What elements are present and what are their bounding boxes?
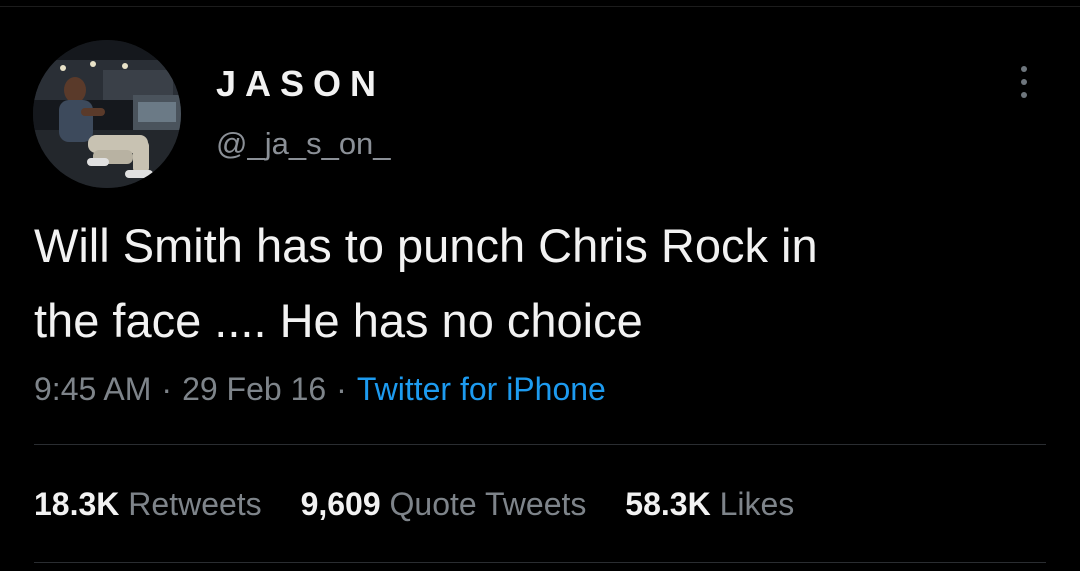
retweets-count: 18.3K (34, 486, 120, 522)
tweet-text-line: the face .... He has no choice (34, 294, 643, 347)
avatar[interactable] (33, 40, 181, 188)
divider (34, 562, 1046, 563)
likes-stat[interactable]: 58.3K Likes (625, 486, 794, 522)
likes-count: 58.3K (625, 486, 711, 522)
tweet-text-line: Will Smith has to punch Chris Rock in (34, 219, 818, 272)
user-handle[interactable]: @_ja_s_on_ (216, 124, 391, 164)
retweets-label: Retweets (128, 486, 262, 522)
more-options-button[interactable] (1006, 62, 1042, 102)
quote-tweets-count: 9,609 (300, 486, 381, 522)
tweet-card: JASON @_ja_s_on_ Will Smith has to punch… (0, 0, 1080, 571)
display-name[interactable]: JASON (216, 62, 385, 106)
meta-separator: · (161, 371, 173, 407)
quote-tweets-stat[interactable]: 9,609 Quote Tweets (301, 486, 587, 522)
tweet-text: Will Smith has to punch Chris Rock in th… (34, 208, 1054, 358)
tweet-meta: 9:45 AM · 29 Feb 16 · Twitter for iPhone (34, 368, 606, 410)
divider (34, 444, 1046, 445)
tweet-source-link[interactable]: Twitter for iPhone (357, 371, 606, 407)
more-options-icon-dot (1021, 92, 1027, 98)
more-options-icon-dot (1021, 79, 1027, 85)
likes-label: Likes (719, 486, 795, 522)
profile-photo-icon (33, 40, 181, 188)
tweet-date[interactable]: 29 Feb 16 (182, 371, 326, 407)
meta-separator: · (336, 371, 347, 407)
quote-tweets-label: Quote Tweets (389, 486, 587, 522)
more-options-icon (1021, 66, 1027, 72)
retweets-stat[interactable]: 18.3K Retweets (34, 486, 262, 522)
tweet-stats: 18.3K Retweets 9,609 Quote Tweets 58.3K … (34, 483, 824, 525)
tweet-time[interactable]: 9:45 AM (34, 371, 151, 407)
